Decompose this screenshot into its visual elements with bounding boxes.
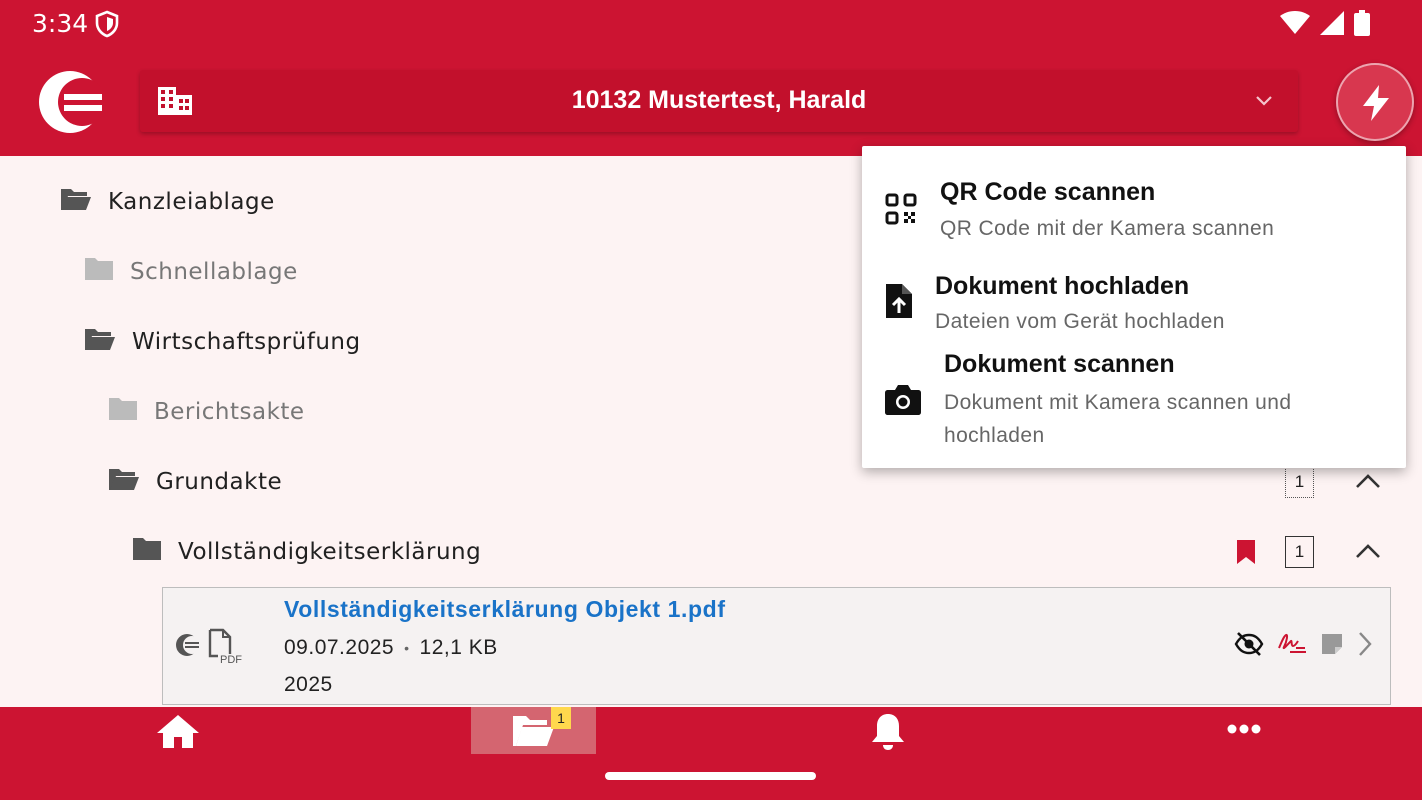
folder-icon: [132, 536, 162, 568]
more-icon: [1227, 724, 1261, 734]
menu-item-title: Dokument scannen: [944, 350, 1175, 378]
wifi-icon: [1280, 11, 1310, 34]
nav-documents[interactable]: 1: [471, 707, 596, 754]
lightning-icon: [1363, 85, 1389, 121]
signature-icon[interactable]: [1276, 631, 1308, 661]
document-card[interactable]: PDF Vollständigkeitserklärung Objekt 1.p…: [162, 587, 1391, 705]
document-actions: [1234, 630, 1374, 662]
notification-badge: 1: [551, 707, 571, 729]
nav-home[interactable]: [110, 707, 244, 754]
folder-open-icon: [108, 466, 140, 498]
camera-icon: [884, 382, 922, 420]
folder-icon: [513, 716, 554, 746]
tree-item-berichtsakte[interactable]: Berichtsakte: [108, 396, 305, 428]
chevron-up-icon[interactable]: [1355, 542, 1381, 564]
status-time: 3:34: [32, 9, 89, 38]
note-icon[interactable]: [1320, 632, 1344, 660]
menu-item-subtitle: Dateien vom Gerät hochladen: [935, 310, 1225, 333]
document-date: 09.07.2025: [284, 636, 395, 659]
tree-item-grundakte[interactable]: Grundakte: [108, 466, 282, 498]
folder-open-icon: [84, 326, 116, 358]
folder-icon: [84, 256, 114, 288]
tree-item-label: Vollständigkeitserklärung: [178, 539, 482, 565]
nav-more[interactable]: [1178, 707, 1312, 754]
chevron-down-icon: [1254, 90, 1274, 114]
client-name: 10132 Mustertest, Harald: [571, 86, 867, 114]
home-icon: [157, 715, 199, 748]
tree-item-label: Berichtsakte: [154, 399, 305, 425]
tree-item-label: Schnellablage: [130, 259, 298, 285]
app-logo[interactable]: [38, 70, 106, 134]
chevron-up-icon[interactable]: [1355, 472, 1381, 494]
tree-item-label: Kanzleiablage: [108, 189, 275, 215]
tree-item-wirtschaftspruefung[interactable]: Wirtschaftsprüfung: [84, 326, 361, 358]
document-size: 12,1 KB: [419, 636, 498, 659]
battery-icon: [1354, 10, 1370, 36]
svg-text:PDF: PDF: [220, 654, 242, 666]
quick-action-button[interactable]: [1336, 63, 1414, 141]
tree-item-schnellablage[interactable]: Schnellablage: [84, 256, 298, 288]
count-badge: 1: [1285, 466, 1314, 498]
folder-open-icon: [60, 186, 92, 218]
tree-item-label: Grundakte: [156, 469, 283, 495]
document-title[interactable]: Vollständigkeitserklärung Objekt 1.pdf: [284, 596, 726, 623]
pdf-file-icon: PDF: [208, 628, 244, 670]
signal-icon: [1320, 11, 1344, 35]
tree-item-vollstaendigkeitserklaerung[interactable]: Vollständigkeitserklärung: [132, 536, 481, 568]
menu-item-title: Dokument hochladen: [935, 272, 1190, 300]
count-badge: 1: [1285, 536, 1314, 568]
nav-notifications[interactable]: [822, 707, 956, 754]
qr-code-icon: [884, 192, 918, 230]
status-bar: 3:34: [0, 0, 1422, 50]
tree-item-label: Wirtschaftsprüfung: [132, 329, 361, 355]
folder-icon: [108, 396, 138, 428]
chevron-right-icon[interactable]: [1356, 630, 1374, 662]
document-year: 2025: [284, 673, 333, 696]
menu-item-scan[interactable]: Dokument scannen Dokument mit Kamera sca…: [862, 350, 1406, 460]
menu-item-upload[interactable]: Dokument hochladen Dateien vom Gerät hoc…: [862, 262, 1406, 342]
bell-icon: [872, 714, 904, 750]
menu-item-subtitle: Dokument mit Kamera scannen und hochlade…: [944, 391, 1292, 447]
brand-logo-icon: [175, 633, 201, 661]
menu-item-qr-scan[interactable]: QR Code scannen QR Code mit der Kamera s…: [862, 166, 1406, 250]
bottom-navigation: 1: [0, 707, 1422, 800]
tree-item-kanzleiablage[interactable]: Kanzleiablage: [60, 186, 275, 218]
gesture-home-indicator[interactable]: [605, 772, 816, 780]
menu-item-title: QR Code scannen: [940, 178, 1156, 206]
client-selector[interactable]: 10132 Mustertest, Harald: [140, 70, 1298, 132]
document-meta: 09.07.2025 • 12,1 KB: [284, 636, 498, 660]
file-upload-icon: [884, 282, 914, 324]
app-bar: 10132 Mustertest, Harald: [0, 50, 1422, 156]
system-icons: [1280, 10, 1370, 36]
eye-off-icon[interactable]: [1234, 631, 1264, 661]
bookmark-icon[interactable]: [1236, 539, 1256, 569]
separator-dot: •: [404, 640, 410, 656]
quick-action-menu: QR Code scannen QR Code mit der Kamera s…: [862, 146, 1406, 468]
shield-icon: [95, 10, 119, 42]
menu-item-subtitle: QR Code mit der Kamera scannen: [940, 217, 1275, 240]
